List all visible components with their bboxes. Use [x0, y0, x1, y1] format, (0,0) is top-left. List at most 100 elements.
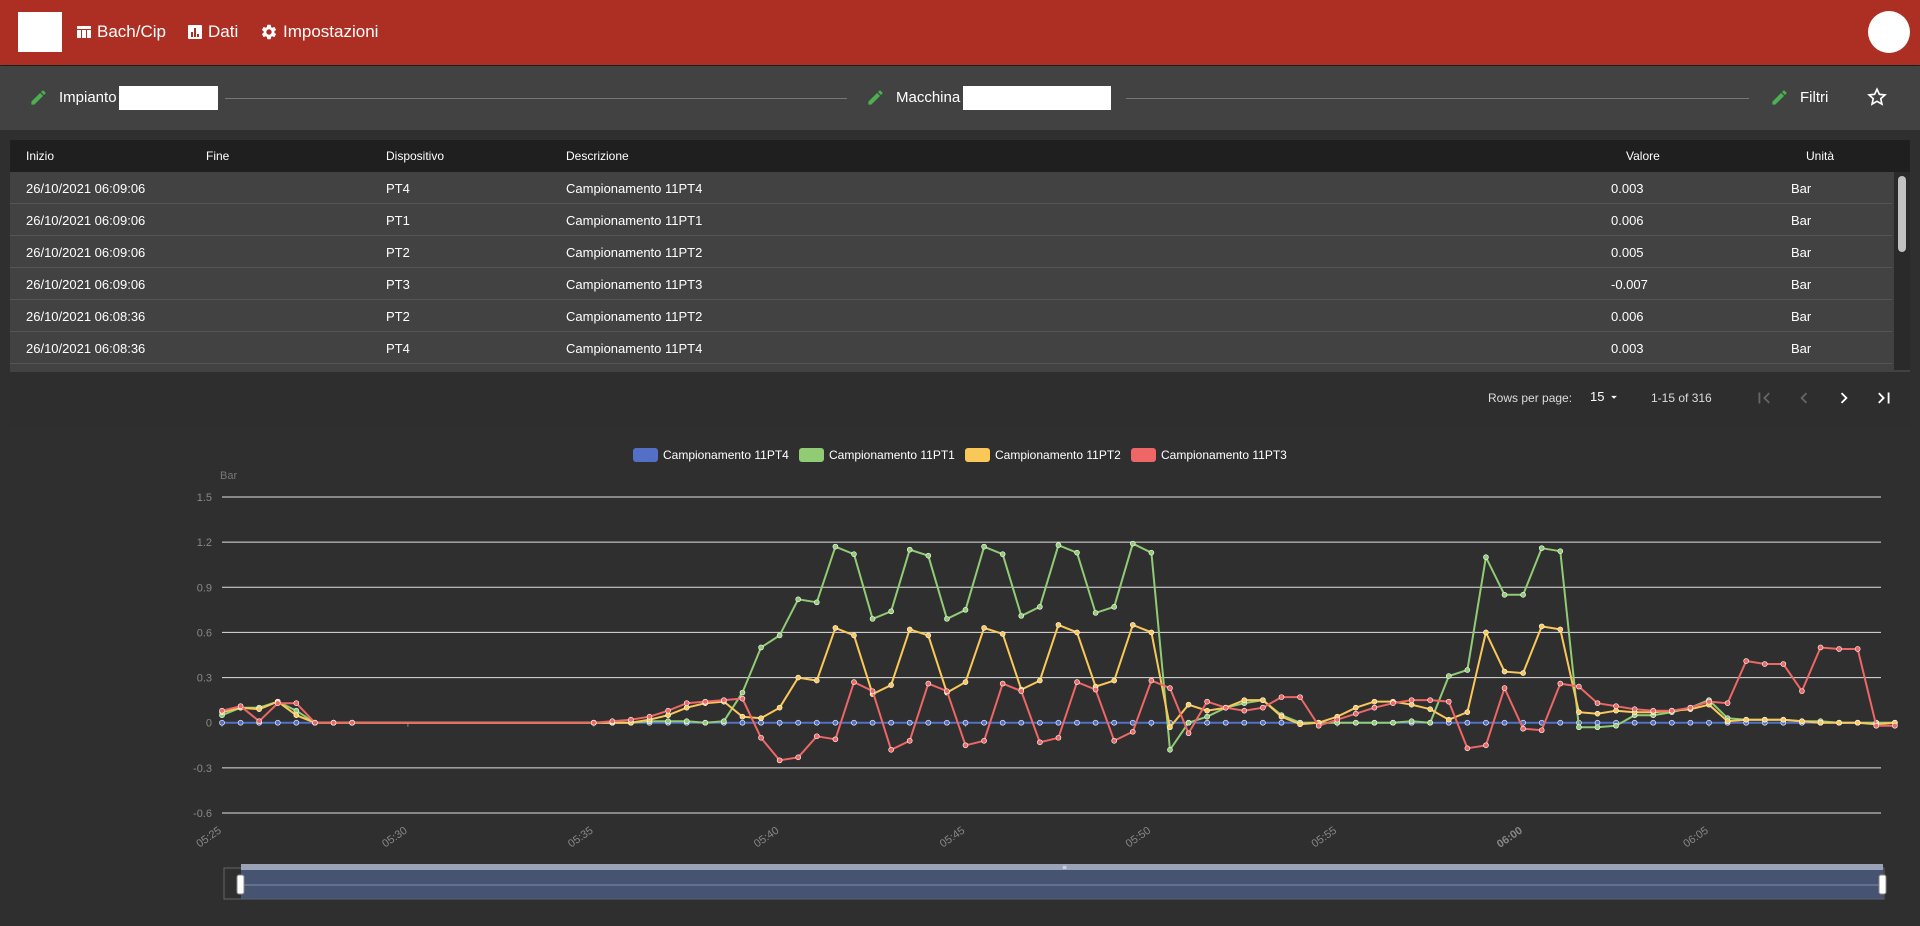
data-point[interactable]	[795, 596, 802, 603]
data-point[interactable]	[906, 719, 913, 726]
data-point[interactable]	[1483, 719, 1489, 726]
data-point[interactable]	[1557, 719, 1564, 726]
data-point[interactable]	[1055, 542, 1062, 548]
data-point[interactable]	[1892, 722, 1898, 729]
data-point[interactable]	[1055, 734, 1062, 741]
nav-item-bach-cip[interactable]: Bach/Cip	[76, 22, 166, 42]
data-point[interactable]	[1576, 709, 1582, 715]
data-point[interactable]	[1074, 549, 1080, 556]
data-point[interactable]	[702, 719, 709, 726]
macchina-select[interactable]	[963, 86, 1111, 110]
data-point[interactable]	[1669, 719, 1675, 726]
data-point[interactable]	[293, 719, 300, 726]
data-point[interactable]	[1427, 719, 1433, 726]
data-point[interactable]	[1055, 719, 1062, 726]
data-point[interactable]	[1873, 722, 1880, 729]
data-point[interactable]	[1278, 694, 1285, 700]
data-point[interactable]	[683, 700, 690, 706]
data-point[interactable]	[1371, 719, 1378, 726]
data-point[interactable]	[776, 719, 783, 726]
data-point[interactable]	[1557, 626, 1564, 633]
filtri-button[interactable]: Filtri	[1770, 88, 1828, 107]
data-point[interactable]	[925, 719, 932, 726]
data-point[interactable]	[1222, 719, 1229, 726]
last-page-icon[interactable]	[1873, 387, 1895, 409]
data-point[interactable]	[758, 715, 764, 722]
table-scrollbar[interactable]	[1894, 172, 1910, 370]
data-point[interactable]	[906, 737, 913, 744]
data-point[interactable]	[1148, 677, 1155, 684]
data-point[interactable]	[999, 631, 1006, 637]
data-point[interactable]	[795, 674, 802, 681]
data-point[interactable]	[1520, 725, 1526, 732]
data-point[interactable]	[832, 543, 839, 550]
data-point[interactable]	[981, 543, 987, 550]
data-point[interactable]	[1557, 680, 1564, 687]
data-point[interactable]	[1650, 707, 1657, 714]
data-point[interactable]	[1445, 716, 1452, 723]
data-point[interactable]	[1501, 592, 1508, 598]
data-point[interactable]	[739, 719, 746, 726]
data-point[interactable]	[925, 552, 932, 559]
data-point[interactable]	[813, 733, 820, 740]
data-point[interactable]	[1576, 724, 1582, 731]
data-point[interactable]	[1836, 646, 1842, 652]
data-point[interactable]	[1260, 697, 1266, 703]
data-point[interactable]	[1594, 724, 1601, 731]
data-point[interactable]	[1390, 719, 1396, 726]
data-point[interactable]	[1464, 667, 1471, 673]
data-point[interactable]	[869, 616, 876, 622]
previous-page-icon[interactable]	[1793, 387, 1815, 409]
data-point[interactable]	[1315, 722, 1322, 729]
data-point[interactable]	[1557, 548, 1564, 554]
data-point[interactable]	[1390, 700, 1396, 706]
data-point[interactable]	[869, 719, 876, 726]
data-point[interactable]	[1018, 719, 1025, 726]
data-point[interactable]	[665, 718, 671, 725]
data-point[interactable]	[1037, 604, 1043, 610]
data-point[interactable]	[795, 719, 802, 726]
data-point[interactable]	[293, 712, 300, 718]
data-point[interactable]	[590, 719, 597, 726]
data-point[interactable]	[1464, 719, 1471, 726]
data-point[interactable]	[1594, 700, 1601, 706]
data-point[interactable]	[1817, 644, 1824, 651]
macchina-filter[interactable]: Macchina	[866, 88, 960, 107]
data-point[interactable]	[1780, 661, 1787, 667]
data-point[interactable]	[1631, 719, 1638, 726]
data-point[interactable]	[1408, 718, 1415, 725]
data-point[interactable]	[1594, 710, 1601, 717]
data-point[interactable]	[1631, 706, 1638, 712]
data-point[interactable]	[906, 626, 913, 633]
next-page-icon[interactable]	[1833, 387, 1855, 409]
data-point[interactable]	[1761, 661, 1768, 667]
data-point[interactable]	[1780, 716, 1787, 723]
data-point[interactable]	[665, 707, 671, 714]
data-point[interactable]	[1854, 646, 1861, 652]
data-point[interactable]	[628, 716, 634, 723]
data-point[interactable]	[1353, 704, 1359, 711]
data-point[interactable]	[1167, 724, 1173, 731]
table-row[interactable]: 26/10/2021 06:09:06 PT3 Campionamento 11PT…	[10, 268, 1892, 300]
data-point[interactable]	[1724, 718, 1731, 725]
data-point[interactable]	[1613, 703, 1619, 709]
data-point[interactable]	[646, 713, 653, 720]
data-point[interactable]	[1836, 719, 1842, 726]
series-3[interactable]	[219, 622, 1898, 731]
data-point[interactable]	[1260, 704, 1266, 711]
avatar[interactable]	[1868, 11, 1910, 53]
data-point[interactable]	[1297, 694, 1303, 700]
data-point[interactable]	[256, 706, 262, 712]
data-point[interactable]	[1148, 629, 1155, 636]
data-point[interactable]	[219, 719, 225, 726]
data-point[interactable]	[1111, 677, 1117, 684]
data-point[interactable]	[832, 719, 839, 726]
data-point[interactable]	[1092, 719, 1099, 726]
table-row[interactable]: 26/10/2021 06:09:06 PT1 Campionamento 11PT…	[10, 204, 1892, 236]
data-point[interactable]	[683, 718, 690, 725]
data-point[interactable]	[925, 632, 932, 639]
data-point[interactable]	[1761, 716, 1768, 723]
data-point[interactable]	[1037, 677, 1043, 684]
data-point[interactable]	[274, 719, 281, 726]
data-point[interactable]	[739, 713, 746, 720]
